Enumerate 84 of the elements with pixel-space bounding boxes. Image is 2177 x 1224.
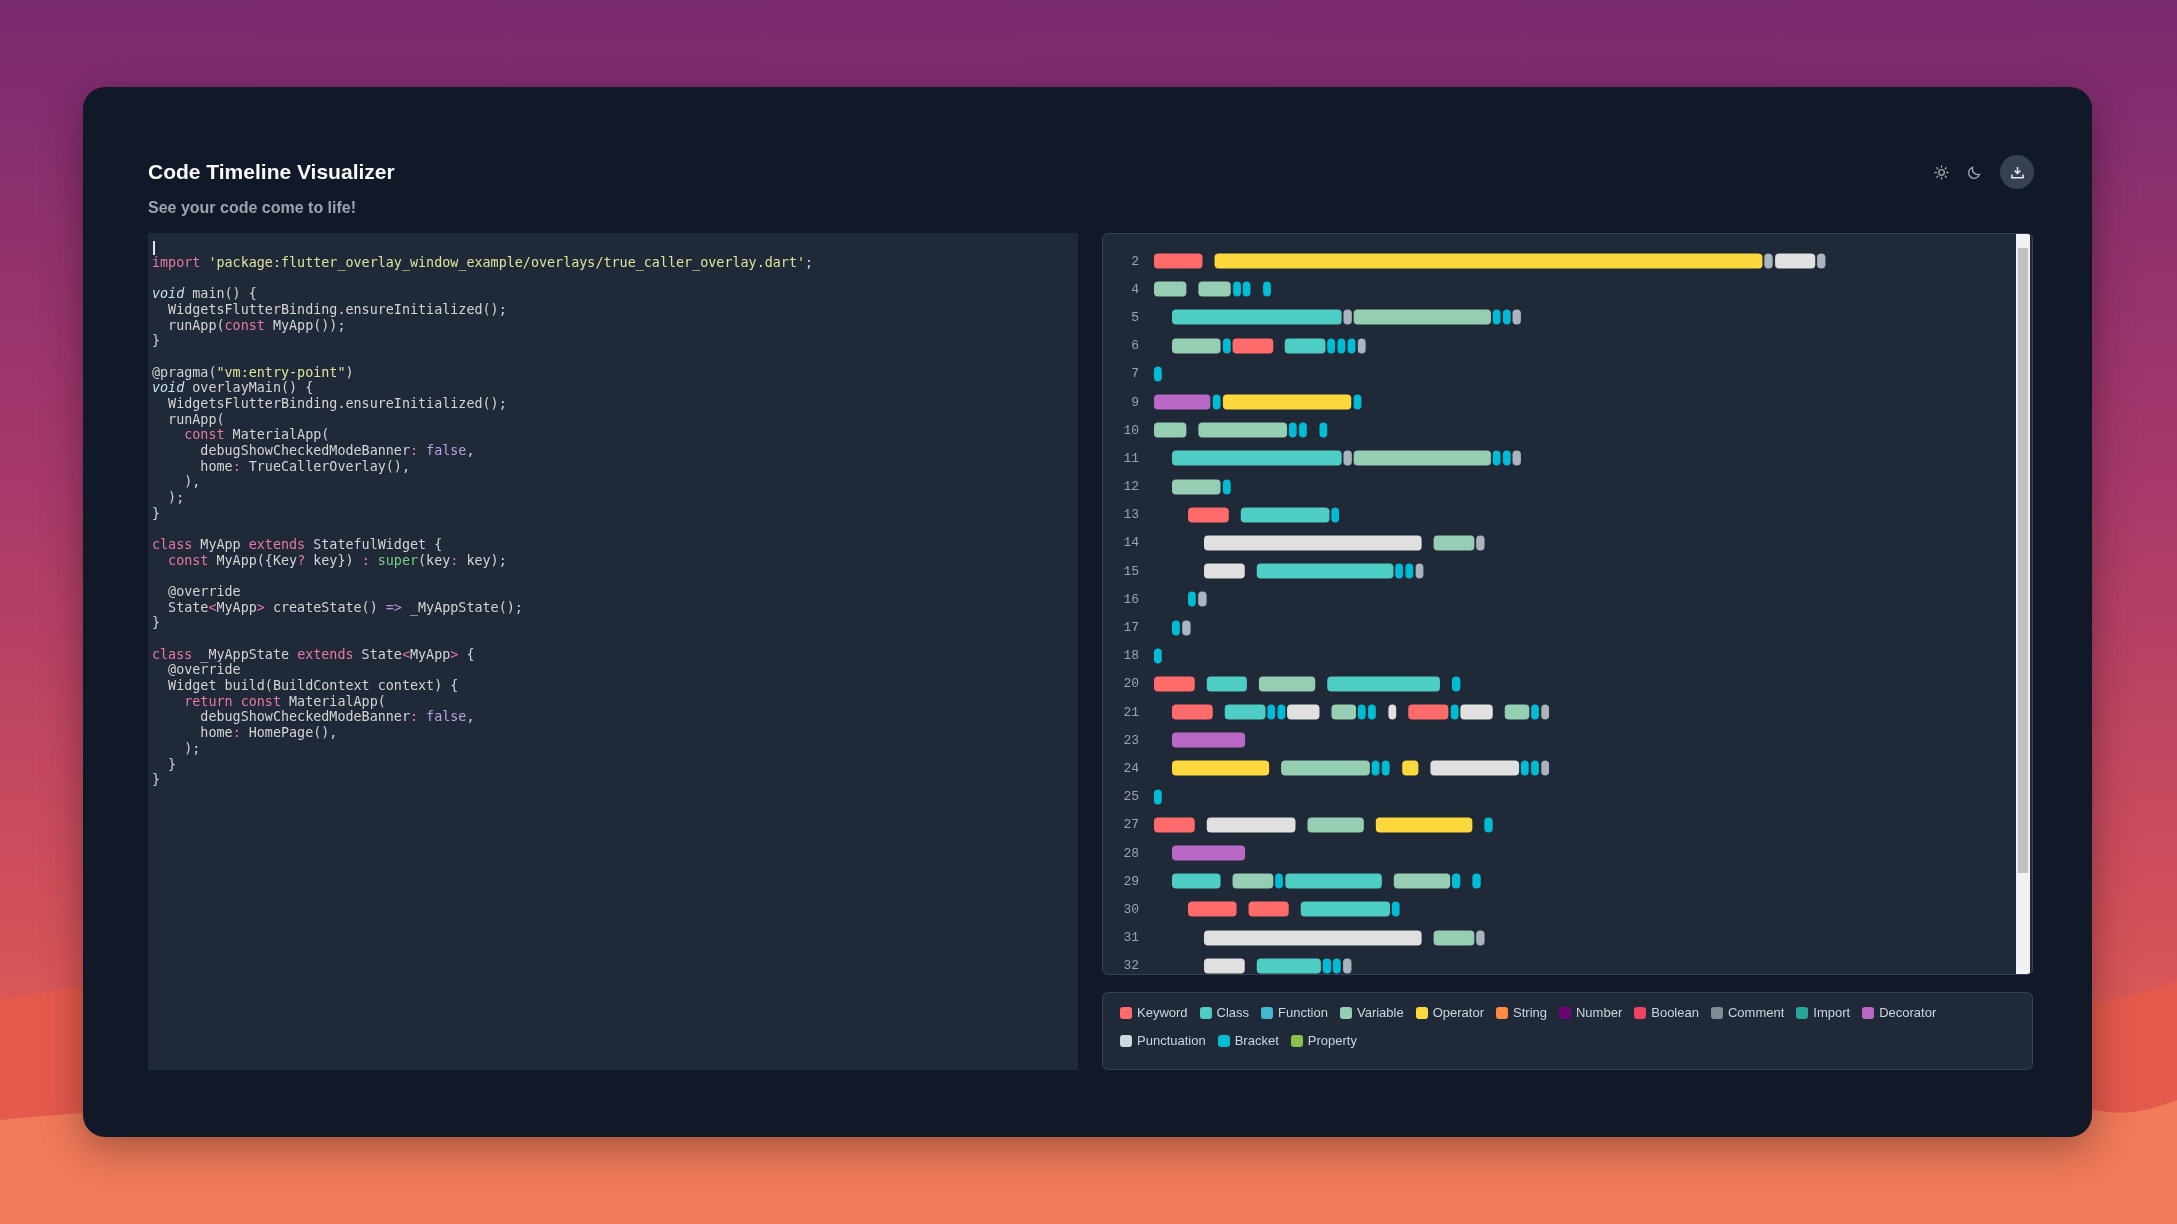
sun-icon[interactable] <box>1934 164 1949 180</box>
app-title: Code Timeline Visualizer <box>148 159 395 185</box>
legend-label: Punctuation <box>1137 1032 1206 1050</box>
code-line: import 'package:flutter_overlay_window_example/overlays/true_caller_overlay.dart'; <box>152 255 814 270</box>
code-line: debugShowCheckedModeBanner: false, <box>199 443 475 459</box>
code-line: runApp( <box>167 411 225 427</box>
app-subtitle: See your code come to life! <box>148 198 358 218</box>
line-number: 24 <box>1122 760 1139 776</box>
token-bars-drawing <box>1154 788 1162 805</box>
code-line: Widget build(BuildContext context) { <box>167 678 459 694</box>
legend-label: Bracket <box>1234 1032 1279 1050</box>
token-bars-drawing <box>1188 591 1208 608</box>
code-line: ); <box>167 490 185 506</box>
line-number: 13 <box>1122 507 1139 523</box>
line-number: 11 <box>1122 450 1139 466</box>
code-line: runApp(const MyApp()); <box>167 317 346 333</box>
line-number: 25 <box>1122 789 1139 805</box>
line-number: 21 <box>1122 704 1139 720</box>
code-line: ), <box>183 474 201 490</box>
code-line: const MyApp({Key? key}) : super(key: key); <box>167 552 507 568</box>
line-number: 18 <box>1122 648 1139 664</box>
code-line: } <box>152 615 161 631</box>
download-icon <box>2009 164 2025 180</box>
code-line: void overlayMain() { <box>152 380 314 396</box>
token-bars-drawing <box>1172 478 1231 495</box>
line-number: 9 <box>1130 394 1139 410</box>
token-bars-drawing <box>1172 619 1191 636</box>
line-number: 7 <box>1130 366 1139 382</box>
code-line: State<MyApp> createState() => _MyAppState(); <box>167 599 523 615</box>
line-number: 4 <box>1130 281 1139 297</box>
legend-label: Import <box>1813 1004 1851 1022</box>
token-bars-drawing <box>1154 365 1162 382</box>
download-button[interactable] <box>2000 155 2034 189</box>
code-line: WidgetsFlutterBinding.ensureInitialized(); <box>167 396 507 412</box>
line-number: 17 <box>1122 620 1139 636</box>
code-line: } <box>152 772 161 788</box>
code-line: } <box>152 333 161 349</box>
line-number: 31 <box>1122 930 1139 946</box>
line-number: 32 <box>1122 958 1139 974</box>
line-number: 16 <box>1122 591 1139 607</box>
token-bars-drawing <box>1154 647 1162 664</box>
code-line: const MaterialApp( <box>183 427 330 443</box>
code-line: } <box>152 505 161 521</box>
code-line: home: HomePage(), <box>199 725 338 741</box>
line-number: 14 <box>1122 535 1139 551</box>
code-line: @override <box>167 584 241 600</box>
code-line: class _MyAppState extends State<MyApp> { <box>152 646 475 662</box>
legend-label: Property <box>1307 1032 1357 1050</box>
code-line: } <box>167 756 177 772</box>
legend-label: Keyword <box>1137 1004 1188 1022</box>
line-number: 2 <box>1130 253 1139 269</box>
code-line: ); <box>183 740 201 756</box>
text-cursor <box>153 241 155 255</box>
code-line: void main() { <box>152 286 257 302</box>
code-line: @override <box>167 662 241 678</box>
line-number: 29 <box>1122 873 1139 889</box>
legend-label: Function <box>1278 1004 1328 1022</box>
legend-label: Boolean <box>1651 1004 1699 1022</box>
code-line: class MyApp extends StatefulWidget { <box>152 537 443 553</box>
scrollbar[interactable] <box>2016 234 2030 974</box>
code-line: debugShowCheckedModeBanner: false, <box>199 709 475 725</box>
legend-label: Class <box>1216 1004 1250 1022</box>
code-editor[interactable] <box>148 233 1078 1070</box>
line-number: 20 <box>1122 676 1139 692</box>
legend-label: Comment <box>1727 1004 1785 1022</box>
line-number: 15 <box>1122 563 1139 579</box>
legend-label: String <box>1513 1004 1547 1022</box>
line-number: 30 <box>1122 901 1139 917</box>
line-number: 5 <box>1130 309 1139 325</box>
moon-icon[interactable] <box>1967 164 1982 180</box>
line-number: 28 <box>1122 845 1139 861</box>
line-number: 12 <box>1122 479 1139 495</box>
line-number: 27 <box>1122 817 1139 833</box>
line-number: 6 <box>1130 338 1139 354</box>
line-number: 23 <box>1122 732 1139 748</box>
code-line: return const MaterialApp( <box>183 693 386 709</box>
code-line: WidgetsFlutterBinding.ensureInitialized(); <box>167 302 507 317</box>
line-number: 10 <box>1122 422 1139 438</box>
legend-label: Number <box>1576 1004 1623 1022</box>
code-line: home: TrueCallerOverlay(), <box>199 458 410 474</box>
legend-label: Variable <box>1356 1004 1404 1022</box>
legend-label: Operator <box>1432 1004 1484 1022</box>
legend-label: Decorator <box>1879 1004 1937 1022</box>
code-line: @pragma("vm:entry-point") <box>152 364 354 380</box>
